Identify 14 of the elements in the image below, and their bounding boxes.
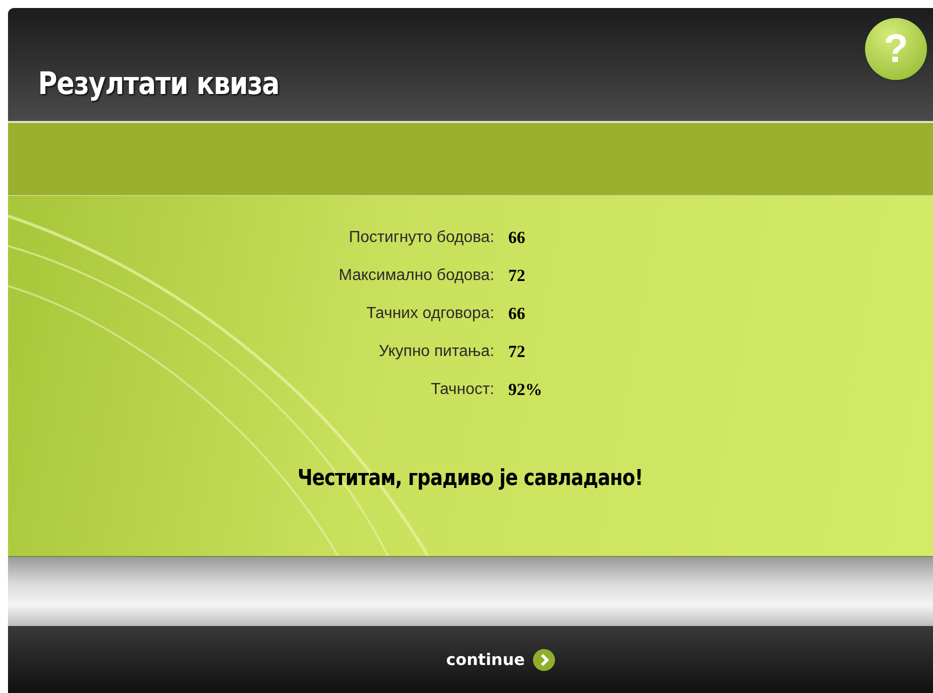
result-label: Укупно питања: — [378, 342, 494, 362]
page-title: Резултати квиза — [38, 64, 280, 104]
result-value: 66 — [508, 227, 526, 249]
arrow-right-icon — [532, 648, 555, 670]
congratulation-message: Честитам, градиво је савладано! — [298, 465, 644, 493]
result-label: Постигнуто бодова: — [348, 228, 494, 248]
result-label: Тачних одговора: — [365, 304, 494, 324]
result-label: Тачност: — [430, 380, 494, 400]
result-value: 72 — [508, 341, 526, 363]
result-label: Максимално бодова: — [338, 266, 494, 286]
continue-button[interactable]: continue — [446, 648, 555, 672]
result-value: 72 — [508, 265, 526, 287]
result-value: 92% — [508, 379, 542, 401]
result-value: 66 — [508, 303, 526, 325]
